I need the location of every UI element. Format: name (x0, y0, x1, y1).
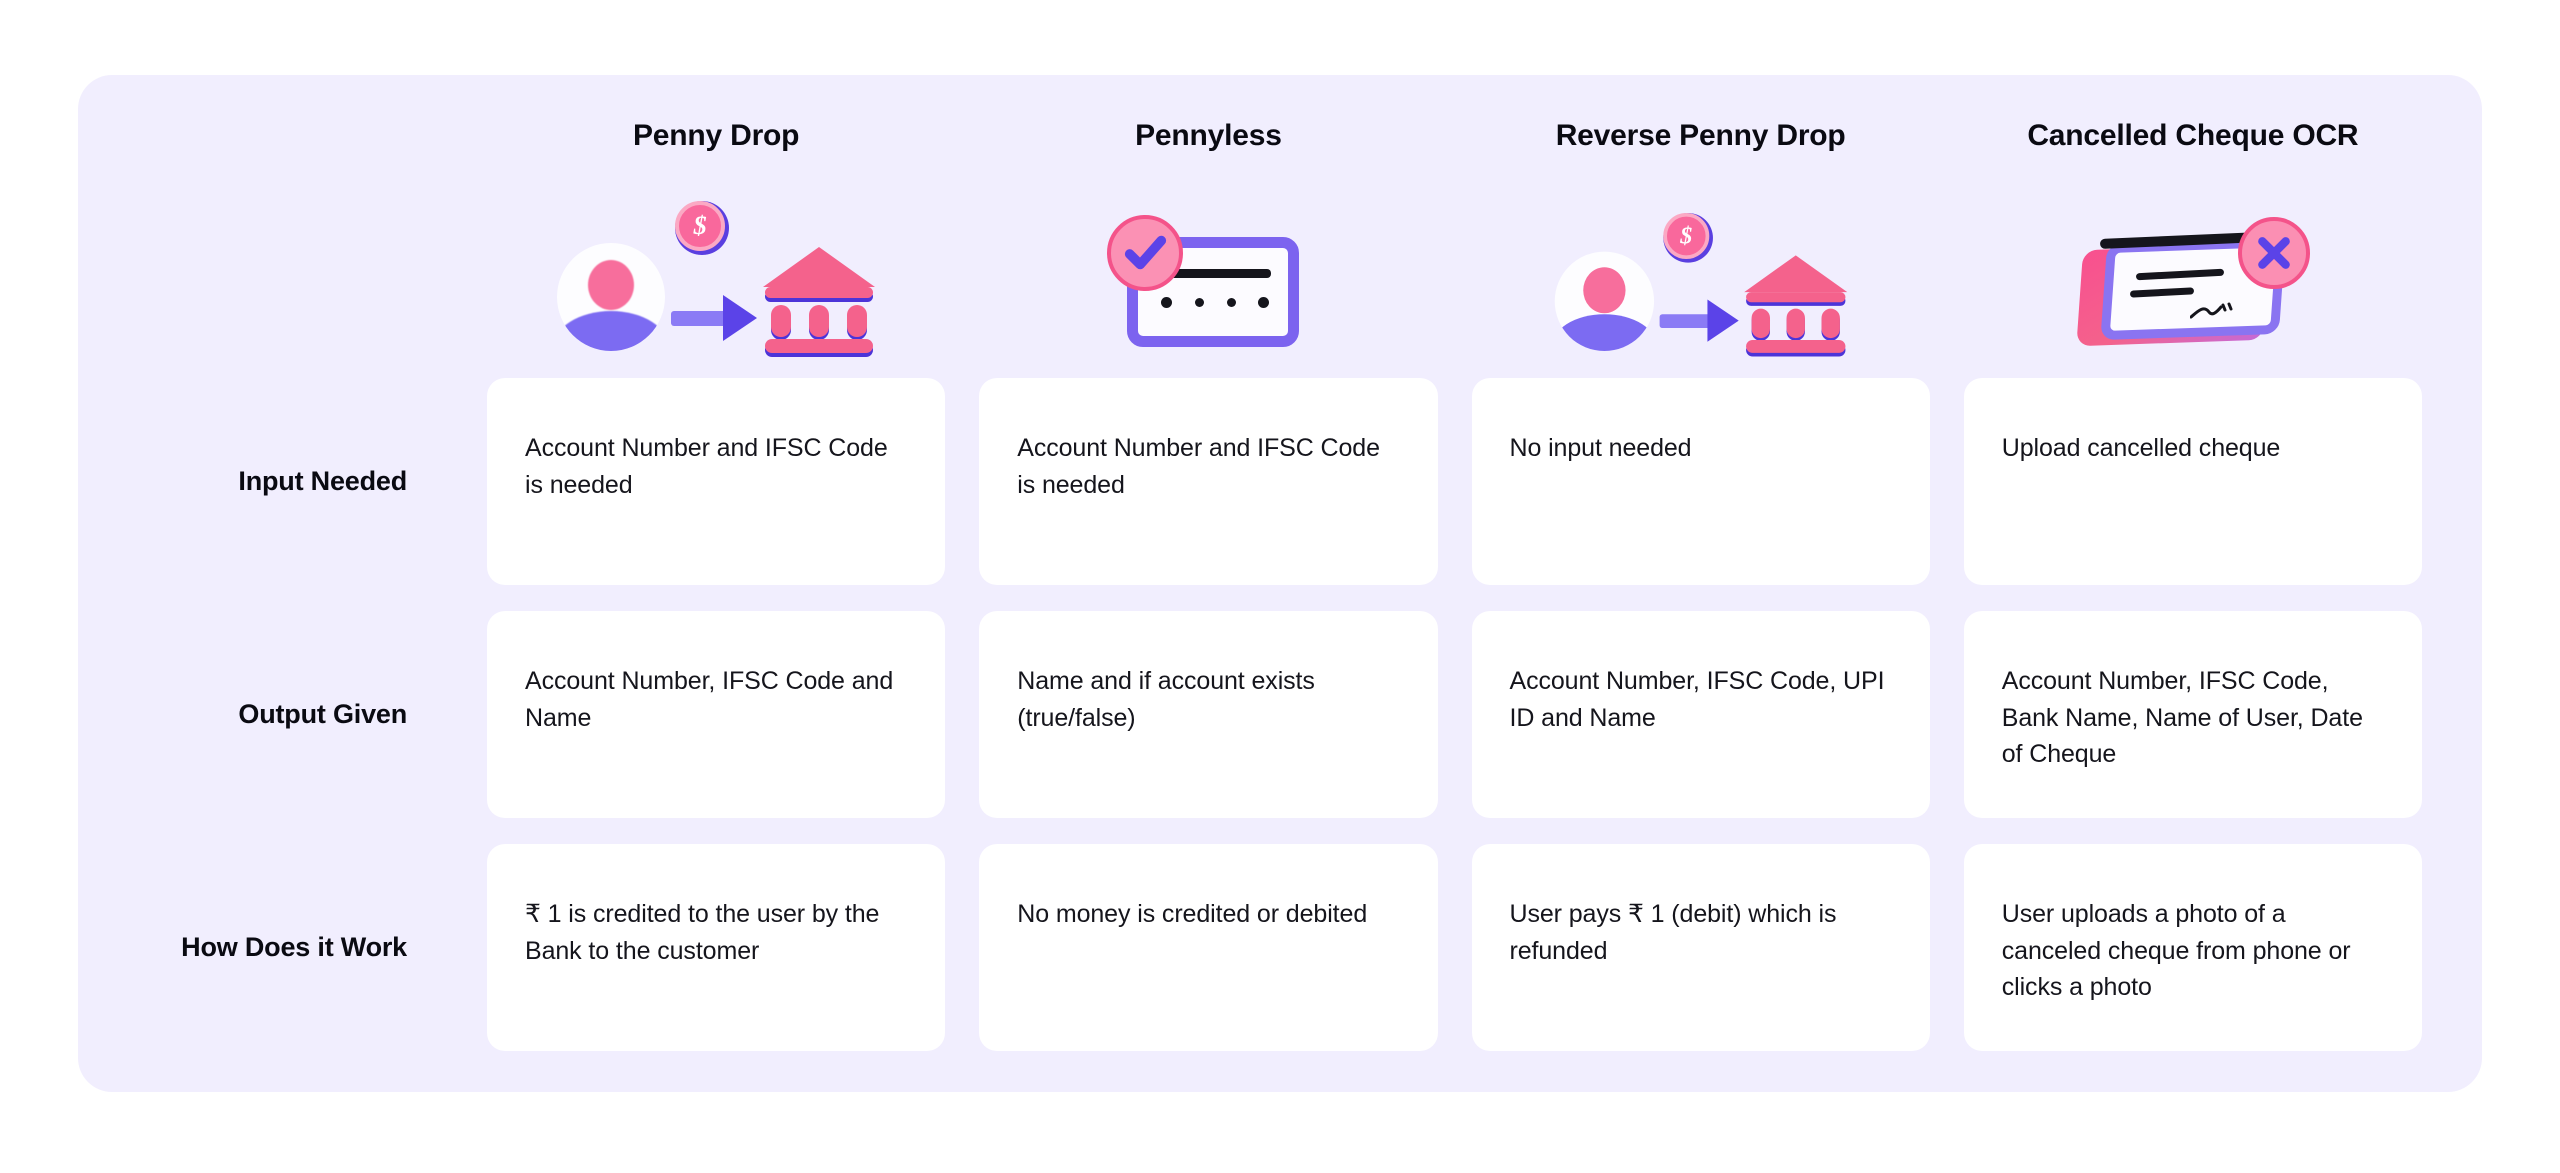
cell-output-given-pennyless: Name and if account exists (true/false) (979, 598, 1438, 831)
cheque-signature (2189, 301, 2236, 321)
illustration-row-spacer (78, 175, 453, 365)
user-avatar-icon (557, 243, 666, 351)
avatar-head (588, 260, 635, 310)
cell-output-given-reverse-penny-drop: Account Number, IFSC Code, UPI ID and Na… (1471, 598, 1930, 831)
cell-text: Name and if account exists (true/false) (979, 611, 1438, 818)
row-label-input-needed: Input Needed (238, 466, 407, 496)
column-header-reverse-penny-drop: Reverse Penny Drop (1555, 119, 1846, 152)
right-arrow-icon (1659, 292, 1739, 345)
card-dot (1161, 297, 1173, 308)
cell-text: User pays ₹ 1 (debit) which is refunded (1471, 844, 1930, 1051)
person-coin-bank-flow-icon: $ (1554, 213, 1847, 353)
bank-roof (763, 247, 876, 287)
row-label-output-given: Output Given (238, 699, 407, 729)
cell-text: Account Number and IFSC Code is needed (979, 378, 1438, 585)
cell-output-given-penny-drop: Account Number, IFSC Code and Name (487, 598, 946, 831)
cell-input-needed-pennyless: Account Number and IFSC Code is needed (979, 365, 1438, 598)
cell-text: ₹ 1 is credited to the user by the Bank … (487, 844, 946, 1051)
arrow-head (1707, 299, 1739, 342)
bank-pillars (771, 305, 868, 337)
cancelled-cheque-icon (2076, 217, 2310, 351)
card-dot (1258, 297, 1270, 308)
illustration-cell-reverse-penny-drop: $ (1472, 175, 1930, 365)
coin-icon: $ (675, 201, 730, 255)
bank-floor (765, 339, 874, 353)
cell-how-does-it-work-cancelled-cheque-ocr: User uploads a photo of a canceled chequ… (1963, 831, 2422, 1064)
bank-roof (1743, 255, 1847, 293)
coin-icon: $ (1662, 213, 1713, 263)
card-dots (1161, 297, 1270, 308)
cell-text: Account Number and IFSC Code is needed (487, 378, 946, 585)
card-dot (1195, 298, 1205, 307)
bank-pillar (1751, 308, 1770, 339)
cell-text: Account Number, IFSC Code, UPI ID and Na… (1471, 611, 1930, 818)
illustration-cell-pennyless (979, 175, 1437, 365)
bank-building-icon (763, 239, 876, 353)
avatar-head (1582, 267, 1626, 314)
card-dot (1226, 298, 1236, 307)
bank-pillar (809, 305, 830, 337)
comparison-infographic: Penny Drop Pennyless Reverse Penny Drop … (0, 0, 2560, 1173)
check-circle-icon (1107, 215, 1184, 291)
bank-pillars (1751, 308, 1840, 339)
column-header-cancelled-cheque-ocr: Cancelled Cheque OCR (2027, 119, 2359, 152)
bank-floor (1745, 339, 1846, 353)
column-header-pennyless: Pennyless (1135, 119, 1282, 152)
arrow-head (723, 295, 758, 341)
cell-output-given-cancelled-cheque-ocr: Account Number, IFSC Code, Bank Name, Na… (1963, 598, 2422, 831)
cell-how-does-it-work-pennyless: No money is credited or debited (979, 831, 1438, 1064)
coin-symbol: $ (693, 211, 707, 240)
illustration-cell-penny-drop: $ (487, 175, 945, 365)
cell-text: User uploads a photo of a canceled chequ… (1963, 844, 2422, 1051)
checkmark-card-icon (1107, 215, 1303, 351)
right-arrow-icon (671, 287, 758, 345)
bank-pillar (1786, 308, 1805, 339)
row-label-how-does-it-work: How Does it Work (181, 932, 407, 962)
cell-input-needed-cancelled-cheque-ocr: Upload cancelled cheque (1963, 365, 2422, 598)
bank-roof-base (765, 287, 874, 298)
cell-input-needed-reverse-penny-drop: No input needed (1471, 365, 1930, 598)
cell-input-needed-penny-drop: Account Number and IFSC Code is needed (487, 365, 946, 598)
bank-pillar (1821, 308, 1840, 339)
coin-symbol: $ (1679, 222, 1692, 249)
bank-building-icon (1743, 248, 1847, 353)
cell-text: No input needed (1471, 378, 1930, 585)
cell-text: Upload cancelled cheque (1963, 378, 2422, 585)
bank-roof-base (1745, 292, 1846, 303)
avatar-body (557, 311, 666, 351)
grid-corner-spacer (78, 75, 453, 175)
comparison-panel: Penny Drop Pennyless Reverse Penny Drop … (78, 75, 2482, 1092)
x-circle-icon (2237, 217, 2310, 289)
bank-pillar (771, 305, 792, 337)
cell-text: No money is credited or debited (979, 844, 1438, 1051)
column-header-penny-drop: Penny Drop (632, 119, 800, 152)
avatar-body (1554, 314, 1654, 351)
person-coin-bank-flow-icon: $ (557, 201, 876, 353)
comparison-grid: Penny Drop Pennyless Reverse Penny Drop … (78, 75, 2482, 1092)
cell-text: Account Number, IFSC Code and Name (487, 611, 946, 818)
cell-text: Account Number, IFSC Code, Bank Name, Na… (1963, 611, 2422, 818)
illustration-cell-cancelled-cheque-ocr (1964, 175, 2422, 365)
user-avatar-icon (1554, 251, 1654, 351)
bank-pillar (847, 305, 868, 337)
cell-how-does-it-work-penny-drop: ₹ 1 is credited to the user by the Bank … (487, 831, 946, 1064)
cell-how-does-it-work-reverse-penny-drop: User pays ₹ 1 (debit) which is refunded (1471, 831, 1930, 1064)
